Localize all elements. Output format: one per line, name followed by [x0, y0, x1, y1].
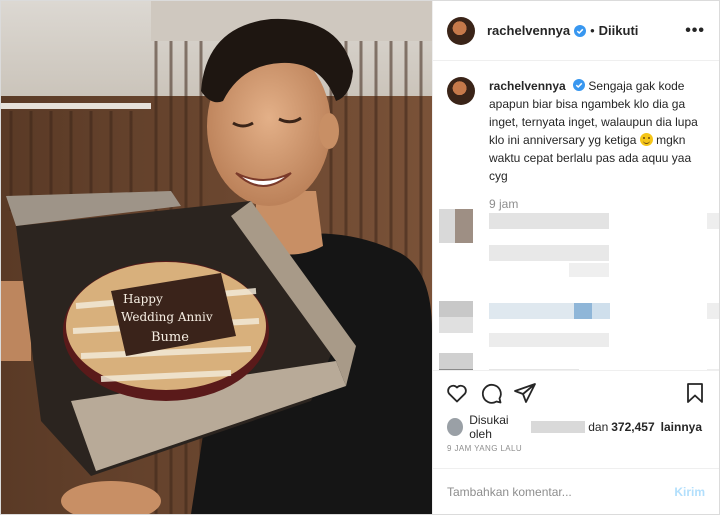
- verified-badge-icon: [573, 79, 586, 91]
- redacted-comment: [439, 353, 719, 370]
- post-caption: rachelvennya Sengaja gak kode apapun bia…: [447, 77, 705, 185]
- likes-count[interactable]: 372,457: [611, 420, 654, 434]
- action-bar: [433, 370, 719, 414]
- comment-input[interactable]: [447, 484, 675, 499]
- redacted-comment: [439, 301, 719, 335]
- likes-connector: dan: [588, 420, 609, 434]
- cake-plaque-line2: Wedding Anniv: [121, 310, 213, 324]
- more-options-icon[interactable]: •••: [685, 22, 705, 40]
- post-sidebar: rachelvennya • Diikuti ••• rachelvennya …: [432, 1, 719, 514]
- post-header: rachelvennya • Diikuti •••: [433, 1, 719, 61]
- photo-illustration: Happy Wedding Anniv Bume: [1, 1, 432, 514]
- author-username[interactable]: rachelvennya: [487, 23, 570, 38]
- likes-suffix[interactable]: lainnya: [661, 420, 702, 434]
- heart-icon[interactable]: [445, 381, 469, 405]
- caption-text: rachelvennya Sengaja gak kode apapun bia…: [489, 77, 705, 185]
- redacted-comment: [439, 245, 715, 279]
- comment-icon[interactable]: [479, 381, 503, 405]
- smile-emoji-icon: [639, 133, 653, 146]
- caption-username[interactable]: rachelvennya: [489, 79, 566, 93]
- redacted-comment: [439, 209, 719, 243]
- instagram-post-modal: Happy Wedding Anniv Bume rachelvennya • …: [0, 0, 720, 515]
- share-icon[interactable]: [513, 381, 537, 405]
- post-comment-button[interactable]: Kirim: [674, 485, 705, 499]
- verified-badge-icon: [574, 24, 587, 37]
- liker-avatar[interactable]: [447, 418, 464, 436]
- separator-dot: •: [590, 23, 595, 38]
- follow-status-button[interactable]: Diikuti: [599, 23, 639, 38]
- likes-prefix: Disukai oleh: [469, 413, 509, 441]
- author-avatar[interactable]: [447, 16, 475, 45]
- likes-summary[interactable]: Disukai oleh dan 372,457 lainnya: [433, 413, 719, 441]
- cake-plaque-line3: Bume: [151, 330, 189, 345]
- post-timestamp[interactable]: 9 JAM YANG LALU: [433, 440, 719, 468]
- redacted-liker-name: [531, 421, 586, 433]
- add-comment-form: Kirim: [433, 468, 719, 514]
- caption-avatar[interactable]: [447, 77, 475, 105]
- comments-area: rachelvennya Sengaja gak kode apapun bia…: [433, 61, 719, 370]
- cake-plaque-line1: Happy: [123, 292, 163, 306]
- bookmark-icon[interactable]: [683, 381, 707, 405]
- post-photo[interactable]: Happy Wedding Anniv Bume: [1, 1, 432, 514]
